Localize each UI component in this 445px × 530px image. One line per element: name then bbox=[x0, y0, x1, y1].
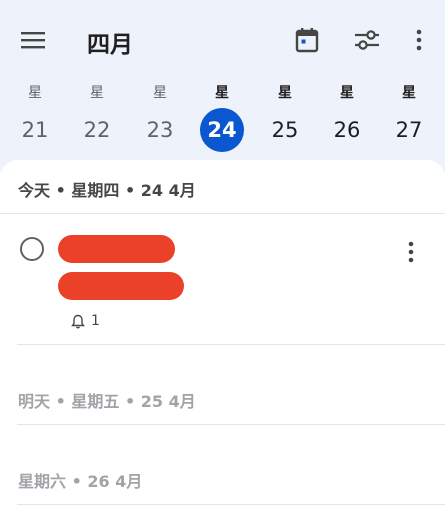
tune-icon bbox=[355, 30, 379, 50]
date-21[interactable]: 21 bbox=[13, 108, 57, 152]
more-options-button[interactable] bbox=[399, 18, 439, 62]
menu-icon bbox=[21, 32, 45, 49]
filter-settings-button[interactable] bbox=[347, 18, 387, 62]
weekday-label: 星 bbox=[402, 85, 416, 101]
divider bbox=[17, 504, 445, 505]
task-more-options-button[interactable] bbox=[396, 234, 426, 270]
divider bbox=[0, 213, 445, 214]
task-complete-checkbox[interactable] bbox=[20, 237, 44, 261]
jump-to-today-button[interactable] bbox=[287, 18, 327, 62]
page-title: 四月 bbox=[87, 32, 133, 58]
weekday-label: 星 bbox=[278, 85, 292, 101]
section-header-today: 今天 • 星期四 • 24 4月 bbox=[18, 181, 196, 200]
app-header: 四月 星 星 星 星 星 星 星 21 22 23 24 25 26 27 bbox=[0, 0, 445, 172]
week-date-strip: 21 22 23 24 25 26 27 bbox=[0, 108, 445, 152]
calendar-today-icon bbox=[295, 28, 319, 53]
date-25[interactable]: 25 bbox=[263, 108, 307, 152]
weekday-labels: 星 星 星 星 星 星 星 bbox=[0, 82, 445, 102]
task-list-sheet: 今天 • 星期四 • 24 4月 1 明天 • 星期五 • 25 4月 星期六 … bbox=[0, 160, 445, 530]
date-26[interactable]: 26 bbox=[325, 108, 369, 152]
date-23[interactable]: 23 bbox=[138, 108, 182, 152]
redacted-task-title bbox=[58, 235, 175, 263]
weekday-label: 星 bbox=[90, 85, 104, 101]
date-27[interactable]: 27 bbox=[387, 108, 431, 152]
weekday-label: 星 bbox=[153, 85, 167, 101]
section-header-saturday: 星期六 • 26 4月 bbox=[18, 472, 143, 491]
reminder-count: 1 bbox=[91, 313, 100, 329]
date-22[interactable]: 22 bbox=[75, 108, 119, 152]
bell-icon bbox=[71, 314, 85, 328]
divider bbox=[17, 424, 445, 425]
date-24-today[interactable]: 24 bbox=[200, 108, 244, 152]
more-vert-icon bbox=[408, 241, 414, 263]
divider bbox=[17, 344, 445, 345]
more-vert-icon bbox=[416, 29, 422, 51]
weekday-label: 星 bbox=[215, 85, 229, 101]
weekday-label: 星 bbox=[28, 85, 42, 101]
weekday-label: 星 bbox=[340, 85, 354, 101]
top-app-bar: 四月 bbox=[0, 0, 445, 82]
section-header-tomorrow: 明天 • 星期五 • 25 4月 bbox=[18, 392, 196, 411]
menu-button[interactable] bbox=[13, 18, 53, 62]
task-item[interactable]: 1 bbox=[0, 220, 445, 340]
reminder-indicator: 1 bbox=[71, 313, 100, 329]
redacted-task-detail bbox=[58, 272, 184, 300]
